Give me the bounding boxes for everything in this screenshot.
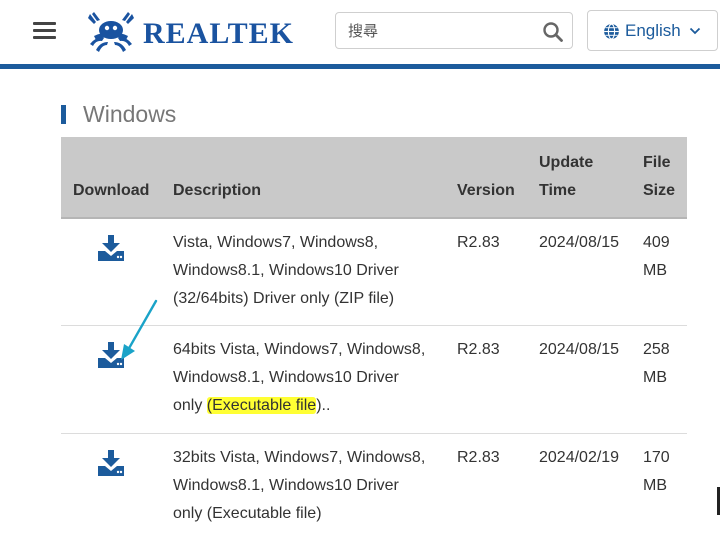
file-size-unit: MB: [643, 262, 667, 279]
search-icon[interactable]: [542, 21, 564, 43]
column-header-update-time: Update Time: [539, 149, 593, 205]
row-file-size: 170 MB: [643, 444, 670, 500]
description-text: )..: [316, 397, 331, 414]
search-input[interactable]: [348, 20, 528, 42]
download-icon[interactable]: [97, 450, 125, 476]
header-divider: [0, 64, 720, 69]
column-header-version: Version: [457, 182, 515, 199]
row-file-size: 258 MB: [643, 336, 670, 392]
row-version: R2.83: [457, 234, 500, 251]
column-header-description: Description: [173, 182, 262, 199]
globe-icon: [604, 23, 619, 40]
row-description: 32bits Vista, Windows7, Windows8, Window…: [173, 444, 425, 528]
search-box: [335, 12, 573, 49]
description-line: Vista, Windows7, Windows8,: [173, 234, 379, 251]
table-header: Download Description Version Update Time…: [61, 137, 687, 219]
table-row: 64bits Vista, Windows7, Windows8, Window…: [61, 326, 687, 434]
language-label: English: [625, 21, 681, 40]
column-header-download: Download: [73, 182, 150, 199]
column-header-update-line-1: Update: [539, 154, 594, 171]
table-row: Vista, Windows7, Windows8, Windows8.1, W…: [61, 219, 687, 326]
file-size-value: 409: [643, 234, 670, 251]
language-selector[interactable]: English: [587, 10, 718, 51]
section-title: Windows: [83, 101, 177, 127]
file-size-value: 258: [643, 341, 670, 358]
section-title-marker: [61, 105, 66, 124]
row-version: R2.83: [457, 341, 500, 358]
description-line: 32bits Vista, Windows7, Windows8,: [173, 449, 426, 466]
file-size-value: 170: [643, 449, 670, 466]
hamburger-menu-icon[interactable]: [33, 20, 56, 40]
file-size-unit: MB: [643, 477, 667, 494]
row-description: Vista, Windows7, Windows8, Windows8.1, W…: [173, 229, 399, 313]
row-file-size: 409 MB: [643, 229, 670, 285]
row-update-time: 2024/08/15: [539, 234, 620, 251]
column-header-file-line-1: File: [643, 154, 671, 171]
download-icon[interactable]: [97, 342, 125, 368]
description-line: only (Executable file): [173, 505, 322, 522]
row-update-time: 2024/08/15: [539, 341, 620, 358]
realtek-crab-logo: [88, 12, 134, 52]
description-line: 64bits Vista, Windows7, Windows8,: [173, 341, 426, 358]
row-version: R2.83: [457, 449, 500, 466]
column-header-update-line-2: Time: [539, 182, 577, 199]
description-line: Windows8.1, Windows10 Driver: [173, 477, 399, 494]
description-line: (32/64bits) Driver only (ZIP file): [173, 290, 395, 307]
table-row: 32bits Vista, Windows7, Windows8, Window…: [61, 434, 687, 544]
brand-name: REALTEK: [143, 17, 294, 50]
column-header-file-size: File Size: [643, 149, 675, 205]
description-line: Windows8.1, Windows10 Driver: [173, 369, 399, 386]
highlighted-text: (Executable file: [206, 397, 317, 414]
description-text: only: [173, 397, 207, 414]
description-line: Windows8.1, Windows10 Driver: [173, 262, 399, 279]
site-header: REALTEK English: [0, 0, 720, 66]
row-update-time: 2024/02/19: [539, 449, 620, 466]
download-icon[interactable]: [97, 235, 125, 261]
chevron-down-icon: [689, 27, 701, 35]
file-size-unit: MB: [643, 369, 667, 386]
description-line: only (Executable file)..: [173, 392, 425, 420]
row-description: 64bits Vista, Windows7, Windows8, Window…: [173, 336, 425, 420]
column-header-file-line-2: Size: [643, 182, 676, 199]
